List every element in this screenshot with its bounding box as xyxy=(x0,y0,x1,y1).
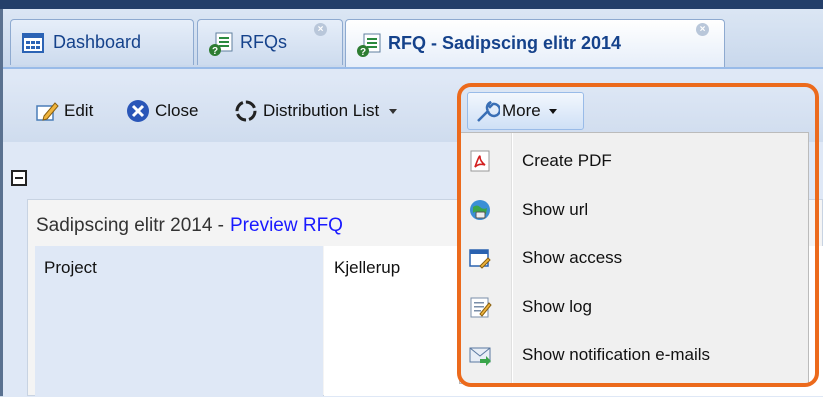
tab-rfqs[interactable]: ? RFQs × xyxy=(197,19,343,65)
close-circle-icon xyxy=(125,98,151,124)
edit-label: Edit xyxy=(64,101,94,120)
refresh-icon xyxy=(233,98,259,124)
close-icon[interactable]: × xyxy=(696,23,709,36)
tab-dashboard[interactable]: Dashboard xyxy=(10,19,194,65)
tab-label: RFQ - Sadipscing elitr 2014 xyxy=(388,33,622,53)
close-icon[interactable]: × xyxy=(314,23,327,36)
svg-text:?: ? xyxy=(360,47,366,58)
dashboard-icon xyxy=(21,31,45,55)
rfq-title: Sadipscing elitr 2014 - xyxy=(36,215,224,236)
tab-rfq-detail[interactable]: ? RFQ - Sadipscing elitr 2014 × xyxy=(345,19,725,67)
chevron-down-icon xyxy=(389,108,398,114)
project-value: Kjellerup xyxy=(334,258,401,277)
distribution-list-button[interactable]: Distribution List xyxy=(233,91,398,131)
project-label: Project xyxy=(44,258,97,277)
distribution-label: Distribution List xyxy=(263,101,380,120)
close-label: Close xyxy=(155,101,199,120)
preview-rfq-link[interactable]: Preview RFQ xyxy=(230,215,343,236)
tab-label: RFQs xyxy=(240,32,287,52)
page-title: Sadipscing elitr 2014 - Preview RFQ xyxy=(36,215,343,237)
edit-icon xyxy=(34,98,60,124)
rfq-doc-icon: ? xyxy=(208,31,233,57)
top-bar xyxy=(0,0,823,9)
tab-label: Dashboard xyxy=(53,32,142,52)
tab-strip: Dashboard ? RFQs × ? RFQ - Sadipscing el… xyxy=(3,9,823,68)
collapse-toggle[interactable] xyxy=(11,170,27,186)
edit-button[interactable]: Edit xyxy=(34,91,93,131)
highlight-callout xyxy=(457,83,819,387)
rfq-doc-icon: ? xyxy=(356,32,381,58)
close-button[interactable]: Close xyxy=(125,91,198,131)
svg-text:?: ? xyxy=(212,46,218,57)
